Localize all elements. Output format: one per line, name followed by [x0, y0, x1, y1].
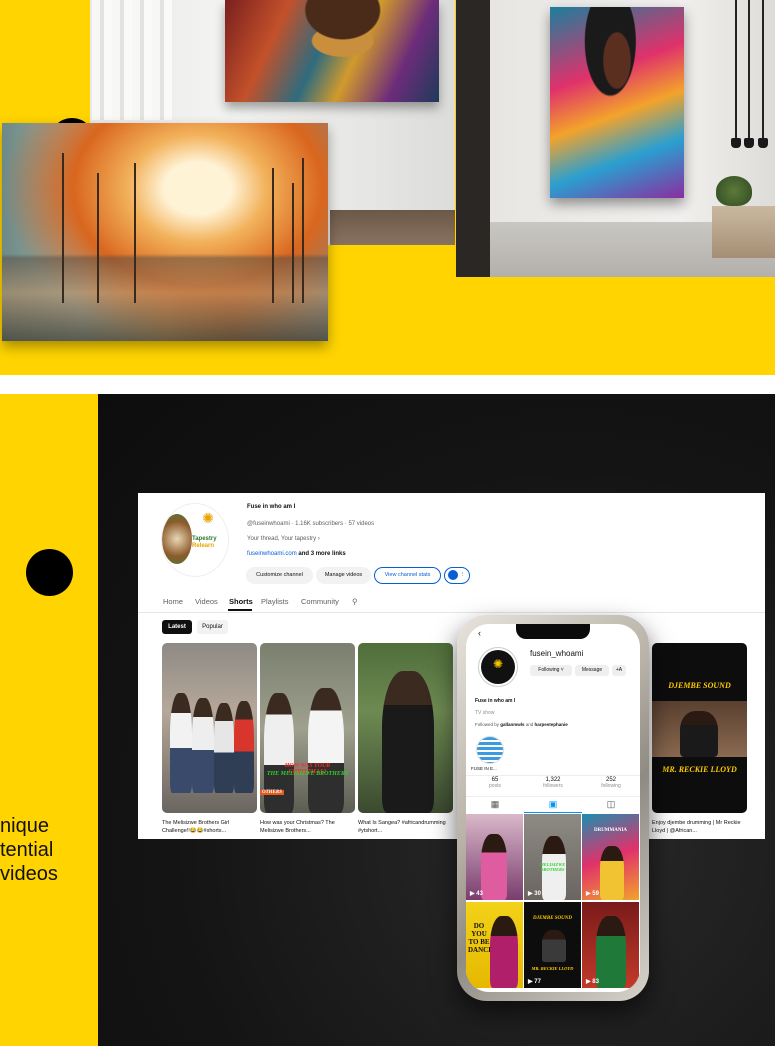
channel-avatar[interactable]: ✺ Tapestry Relearn — [162, 504, 228, 576]
chevron-right-icon: › — [317, 536, 320, 542]
following-button[interactable]: Following ˅ — [530, 665, 572, 676]
forest-painting-artwork — [2, 123, 328, 341]
divider — [138, 612, 765, 613]
pendant-lamp — [758, 0, 768, 148]
reel-thumbnail[interactable]: ▶ 83 — [582, 902, 639, 988]
bio-name: Fuse in who am I — [475, 698, 516, 704]
gallery-mockup-section — [0, 0, 775, 375]
instagram-profile-screen: ‹ ✺ fusein_whoami Following ˅ Message +A… — [466, 624, 640, 992]
short-thumbnail[interactable]: DJEMBE SOUND MR. RECKIE LLOYD — [652, 643, 747, 813]
wooden-bench — [712, 206, 775, 258]
profile-username: fusein_whoami — [530, 649, 584, 658]
reel-thumbnail[interactable]: ▶ 43 — [466, 814, 523, 900]
tab-home[interactable]: Home — [163, 597, 183, 606]
stat-followers[interactable]: 1,322 followers — [524, 777, 582, 789]
social-showcase-section: nique tential videos ✺ Tapestry Relearn F… — [0, 394, 775, 1046]
divider — [466, 775, 640, 776]
short-caption[interactable]: How was your Christmas? The Melisizwe Br… — [260, 819, 356, 835]
tab-community[interactable]: Community — [301, 597, 339, 606]
channel-name: Fuse in who am I — [247, 504, 296, 510]
short-overlay-text: OTHERS — [260, 790, 284, 795]
phone-notch — [516, 624, 590, 639]
pendant-lamp — [744, 0, 754, 148]
story-highlight[interactable] — [477, 737, 503, 763]
youtube-channel-page: ✺ Tapestry Relearn Fuse in who am I @fuse… — [138, 493, 765, 839]
more-links[interactable]: and 3 more links — [298, 551, 345, 557]
short-caption[interactable]: Enjoy djembe drumming | Mr Reckie Lloyd … — [652, 819, 748, 835]
curtain — [92, 0, 172, 120]
side-caption: nique tential videos — [0, 814, 58, 886]
search-icon[interactable]: ⚲ — [352, 597, 358, 606]
more-icon: ⋮ — [458, 572, 466, 578]
avatar-brand-text: Tapestry Relearn — [192, 536, 217, 549]
stats-icon-button[interactable]: ⋮ — [444, 567, 470, 584]
tab-shorts[interactable]: Shorts — [229, 597, 253, 606]
chart-icon — [448, 569, 459, 580]
reel-overlay-text: DJEMBE SOUND — [532, 916, 573, 921]
followed-by[interactable]: Followed by gallanmwls and harpestephani… — [475, 722, 568, 727]
stat-posts[interactable]: 65 posts — [466, 777, 524, 789]
channel-links[interactable]: fuseinwhoami.com and 3 more links — [247, 551, 346, 557]
play-count: ▶ 43 — [470, 891, 483, 897]
short-overlay-text: MR. RECKIE LLOYD — [662, 765, 737, 774]
play-count: ▶ 30 — [528, 891, 541, 897]
reels-grid: ▶ 43 MELISIZWE BROTHERS ▶ 30 DRUMMANIA ▶… — [466, 814, 640, 992]
add-person-button[interactable]: +A — [612, 665, 626, 676]
play-count: ▶ 77 — [528, 979, 541, 985]
message-button[interactable]: Message — [575, 665, 609, 676]
divider — [466, 796, 640, 797]
channel-link[interactable]: fuseinwhoami.com — [247, 551, 297, 557]
sun-logo-icon: ✺ — [202, 510, 214, 526]
active-tab-indicator — [524, 812, 582, 813]
short-thumbnail[interactable] — [358, 643, 453, 813]
short-overlay-text: DJEMBE SOUND — [668, 681, 731, 690]
side-caption-line: tential — [0, 839, 54, 861]
tab-videos[interactable]: Videos — [195, 597, 218, 606]
back-arrow-icon[interactable]: ‹ — [478, 628, 481, 638]
play-count: ▶ 83 — [586, 979, 599, 985]
pendant-lamp — [731, 0, 741, 148]
potted-plant — [716, 176, 752, 206]
food-image — [162, 514, 192, 564]
chip-latest[interactable]: Latest — [162, 620, 192, 634]
wood-floor — [330, 210, 455, 245]
african-portrait-artwork — [225, 0, 439, 102]
channel-meta: @fuseinwhoami · 1.16K subscribers · 57 v… — [247, 521, 375, 527]
active-tab-indicator — [228, 609, 252, 611]
reel-thumbnail[interactable]: DO YOU TO BE DANCE — [466, 902, 523, 988]
reel-thumbnail[interactable]: DJEMBE SOUND MR. RECKIE LLOYD ▶ 77 — [524, 902, 581, 988]
play-count: ▶ 59 — [586, 891, 599, 897]
tab-playlists[interactable]: Playlists — [261, 597, 289, 606]
tagged-tab-icon[interactable]: ◫ — [582, 799, 640, 810]
short-caption[interactable]: The Melisizwe Brothers Girl Challenge!!😂… — [162, 819, 258, 835]
sun-logo-icon: ✺ — [492, 657, 504, 671]
reel-overlay-text: DRUMMANIA — [593, 828, 628, 833]
highlight-label: FUSE IN E... — [471, 766, 497, 771]
customize-channel-button[interactable]: Customize channel — [246, 567, 313, 584]
reel-overlay-text: DO YOU TO BE DANCE — [468, 922, 493, 954]
reel-overlay-text: MELISIZWE BROTHERS — [539, 862, 566, 872]
grid-tab-icon[interactable]: ▦ — [466, 799, 524, 810]
side-caption-line: nique — [0, 815, 49, 837]
chip-popular[interactable]: Popular — [197, 620, 228, 634]
woman-portrait-artwork — [550, 7, 684, 198]
profile-avatar[interactable]: ✺ — [481, 650, 515, 684]
side-caption-line: videos — [0, 863, 58, 885]
short-thumbnail[interactable] — [162, 643, 257, 813]
short-overlay-text: THE MELISIZWE BROTHERS — [266, 771, 349, 777]
reel-thumbnail[interactable]: MELISIZWE BROTHERS ▶ 30 — [524, 814, 581, 900]
phone-mockup: ‹ ✺ fusein_whoami Following ˅ Message +A… — [457, 615, 649, 1001]
reel-thumbnail[interactable]: DRUMMANIA ▶ 59 — [582, 814, 639, 900]
stat-following[interactable]: 252 following — [582, 777, 640, 789]
manage-videos-button[interactable]: Manage videos — [316, 567, 371, 584]
short-caption[interactable]: What Is Sangea? #africandrumming #ytshor… — [358, 819, 454, 835]
reel-overlay-text: MR. RECKIE LLOYD — [531, 966, 574, 971]
reels-tab-icon[interactable]: ▣ — [524, 799, 582, 810]
short-thumbnail[interactable]: HOW WAS YOUR CHRISTMAS? THE MELISIZWE BR… — [260, 643, 355, 813]
view-channel-stats-button[interactable]: View channel stats — [374, 567, 441, 584]
channel-description[interactable]: Your thread, Your tapestry › — [247, 536, 320, 542]
decorative-dot — [26, 549, 73, 596]
bio-category: TV show — [475, 710, 495, 716]
